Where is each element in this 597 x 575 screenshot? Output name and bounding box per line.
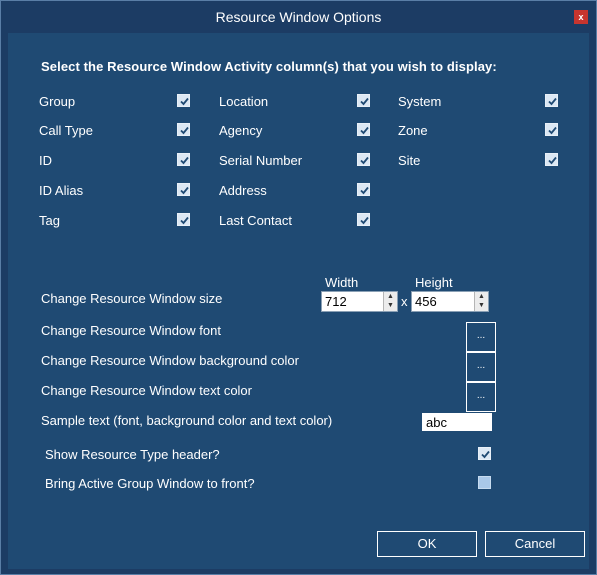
text-color-picker-button[interactable]: ... (466, 382, 496, 412)
checkbox-zone[interactable] (545, 123, 558, 136)
height-value[interactable]: 456 (415, 294, 437, 309)
checkbox-group[interactable] (177, 94, 190, 107)
column-label-address: Address (219, 183, 267, 198)
width-stepper-arrows[interactable]: ▲ ▼ (383, 292, 397, 311)
width-value[interactable]: 712 (325, 294, 347, 309)
check-icon (360, 97, 369, 106)
column-label-site: Site (398, 153, 421, 168)
check-icon (180, 156, 189, 165)
close-icon[interactable]: x (574, 10, 588, 24)
column-label-zone: Zone (398, 123, 428, 138)
resource-window-options-dialog: Resource Window Options x Select the Res… (0, 0, 597, 575)
check-icon (360, 156, 369, 165)
window-size-label: Change Resource Window size (41, 291, 223, 306)
checkbox-serial-number[interactable] (357, 153, 370, 166)
column-label-tag: Tag (39, 213, 60, 228)
checkbox-last-contact[interactable] (357, 213, 370, 226)
sample-text-box: abc (422, 413, 492, 431)
sample-text: abc (426, 415, 447, 430)
check-icon (180, 97, 189, 106)
column-label-last-contact: Last Contact (219, 213, 292, 228)
check-icon (180, 186, 189, 195)
width-label: Width (325, 275, 359, 290)
size-separator: x (401, 294, 408, 309)
check-icon (180, 126, 189, 135)
checkbox-id[interactable] (177, 153, 190, 166)
height-down-icon[interactable]: ▼ (475, 301, 488, 310)
text-color-label: Change Resource Window text color (41, 383, 252, 398)
checkbox-id-alias[interactable] (177, 183, 190, 196)
bring-to-front-checkbox[interactable] (478, 476, 491, 489)
checkbox-call-type[interactable] (177, 123, 190, 136)
height-up-icon[interactable]: ▲ (475, 292, 488, 301)
dialog-body: Select the Resource Window Activity colu… (8, 33, 589, 569)
height-stepper-arrows[interactable]: ▲ ▼ (474, 292, 488, 311)
font-picker-button[interactable]: ... (466, 322, 496, 352)
title-bar[interactable]: Resource Window Options x (1, 1, 596, 33)
column-label-agency: Agency (219, 123, 263, 138)
height-stepper[interactable]: 456 ▲ ▼ (411, 291, 489, 312)
column-label-group: Group (39, 94, 76, 109)
checkbox-agency[interactable] (357, 123, 370, 136)
column-label-location: Location (219, 94, 269, 109)
check-icon (360, 186, 369, 195)
column-label-id: ID (39, 153, 52, 168)
checkbox-site[interactable] (545, 153, 558, 166)
check-icon (481, 450, 490, 459)
font-label: Change Resource Window font (41, 323, 221, 338)
height-label: Height (415, 275, 453, 290)
check-icon (548, 97, 557, 106)
checkbox-location[interactable] (357, 94, 370, 107)
column-label-call-type: Call Type (39, 123, 93, 138)
window-title: Resource Window Options (215, 9, 382, 25)
sample-text-label: Sample text (font, background color and … (41, 413, 333, 428)
checkbox-tag[interactable] (177, 213, 190, 226)
ok-button[interactable]: OK (377, 531, 477, 557)
check-icon (548, 126, 557, 135)
show-header-checkbox[interactable] (478, 447, 491, 460)
column-label-system: System (398, 94, 442, 109)
width-down-icon[interactable]: ▼ (384, 301, 397, 310)
check-icon (360, 126, 369, 135)
width-stepper[interactable]: 712 ▲ ▼ (321, 291, 398, 312)
cancel-button[interactable]: Cancel (485, 531, 585, 557)
bring-to-front-label: Bring Active Group Window to front? (45, 476, 255, 491)
columns-heading: Select the Resource Window Activity colu… (41, 59, 497, 74)
checkbox-system[interactable] (545, 94, 558, 107)
background-color-label: Change Resource Window background color (41, 353, 299, 368)
checkbox-address[interactable] (357, 183, 370, 196)
column-label-id-alias: ID Alias (39, 183, 84, 198)
check-icon (548, 156, 557, 165)
check-icon (180, 216, 189, 225)
check-icon (360, 216, 369, 225)
show-header-label: Show Resource Type header? (45, 447, 220, 462)
background-color-picker-button[interactable]: ... (466, 352, 496, 382)
width-up-icon[interactable]: ▲ (384, 292, 397, 301)
column-label-serial-number: Serial Number (219, 153, 303, 168)
